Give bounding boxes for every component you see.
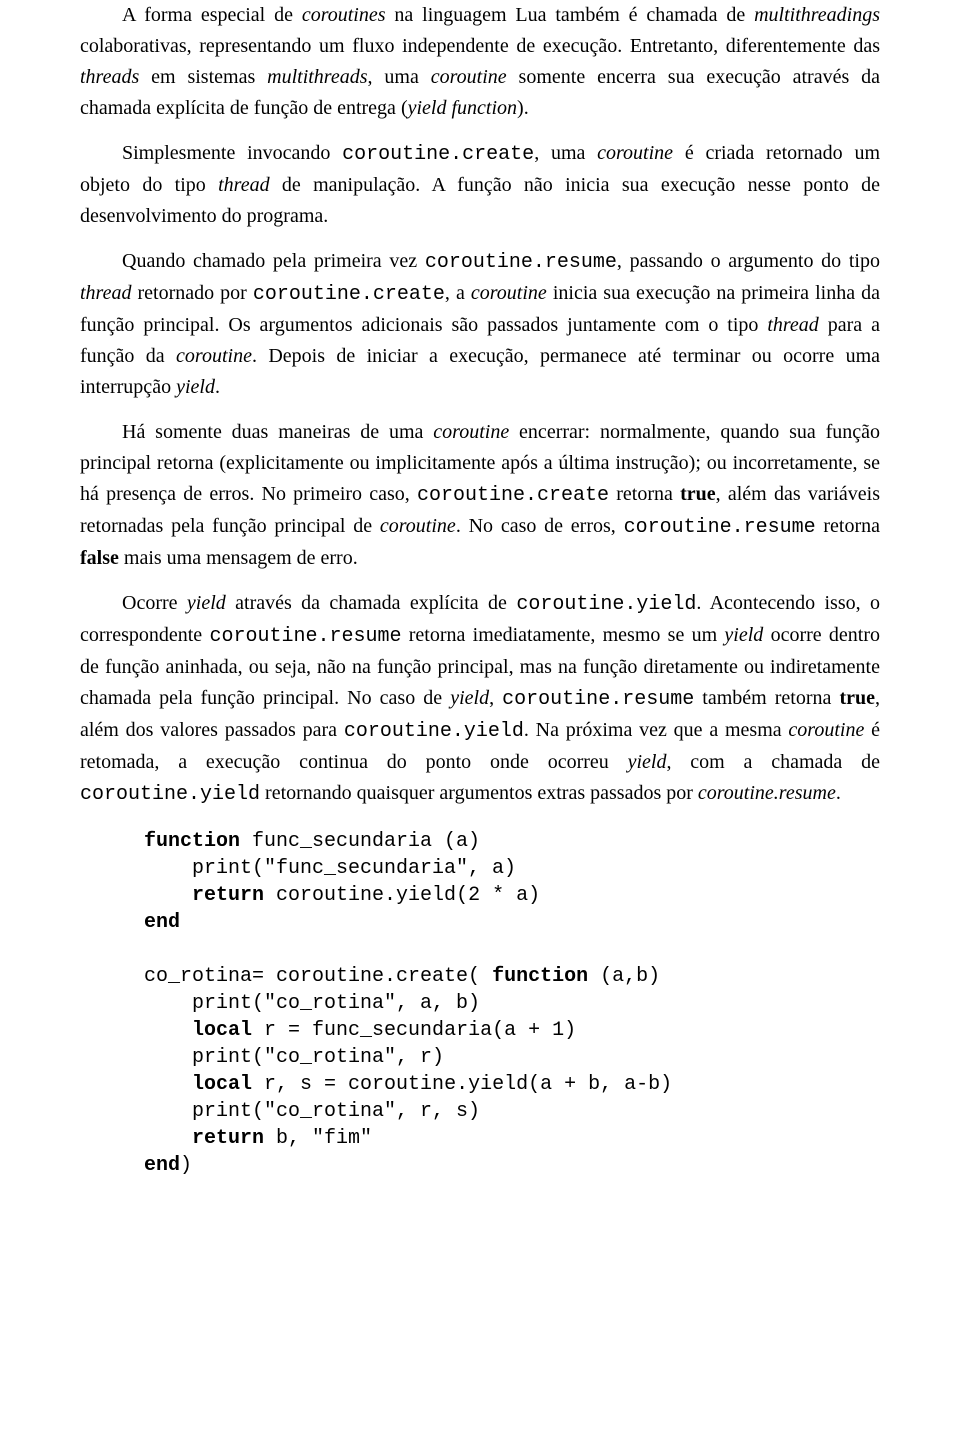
code-text: func_secundaria (a)	[240, 830, 480, 853]
text: . Na próxima vez que a mesma	[524, 719, 789, 741]
paragraph-3: Quando chamado pela primeira vez corouti…	[80, 246, 880, 403]
code-inline: coroutine.create	[417, 484, 609, 507]
text: mais uma mensagem de erro.	[119, 547, 358, 569]
text: na linguagem Lua também é chamada de	[386, 4, 755, 26]
code-text: print("co_rotina", r)	[144, 1046, 444, 1069]
italic-term: thread	[218, 174, 269, 196]
code-text: co_rotina= coroutine.create(	[144, 965, 492, 988]
text: , a	[445, 282, 471, 304]
code-text: r, s = coroutine.yield(a + b, a-b)	[252, 1073, 672, 1096]
code-inline: coroutine.create	[253, 283, 445, 306]
italic-term: multithreads	[267, 66, 367, 88]
paragraph-2: Simplesmente invocando coroutine.create,…	[80, 138, 880, 232]
text: . No caso de erros,	[456, 515, 624, 537]
code-inline: coroutine.yield	[80, 783, 260, 806]
code-text	[144, 1019, 192, 1042]
italic-term: multithreadings	[754, 4, 880, 26]
italic-term: threads	[80, 66, 139, 88]
italic-term: yield	[628, 751, 667, 773]
text: Simplesmente invocando	[122, 142, 342, 164]
italic-term: yield function	[408, 97, 517, 119]
code-inline: coroutine.resume	[425, 251, 617, 274]
page-content: A forma especial de coroutines na lingua…	[0, 0, 960, 1446]
text: Há somente duas maneiras de uma	[122, 421, 433, 443]
code-text: print("co_rotina", r, s)	[144, 1100, 480, 1123]
text: em sistemas	[139, 66, 267, 88]
text: .	[215, 376, 220, 398]
text: , passando o argumento do tipo	[617, 250, 880, 272]
code-text	[144, 1127, 192, 1150]
bold-term: true	[839, 687, 875, 709]
code-text	[144, 1073, 192, 1096]
italic-term: yield	[450, 687, 489, 709]
code-text: (a,b)	[588, 965, 660, 988]
paragraph-5: Ocorre yield através da chamada explícit…	[80, 588, 880, 810]
code-inline: coroutine.resume	[502, 688, 694, 711]
text: através da chamada explícita de	[226, 592, 517, 614]
text: Ocorre	[122, 592, 187, 614]
italic-term: yield	[187, 592, 226, 614]
text: Quando chamado pela primeira vez	[122, 250, 425, 272]
code-text: b, "fim"	[264, 1127, 372, 1150]
italic-term: coroutine	[433, 421, 509, 443]
code-keyword: local	[192, 1019, 252, 1042]
text: também retorna	[694, 687, 839, 709]
italic-term: thread	[80, 282, 131, 304]
text: retorna	[816, 515, 880, 537]
text: retornado por	[131, 282, 252, 304]
code-block: function func_secundaria (a) print("func…	[144, 828, 880, 1179]
bold-term: true	[680, 483, 716, 505]
italic-term: coroutine	[431, 66, 507, 88]
italic-term: yield	[176, 376, 215, 398]
text: ).	[517, 97, 529, 119]
code-keyword: end	[144, 911, 180, 934]
code-inline: coroutine.create	[342, 143, 534, 166]
italic-term: coroutine	[380, 515, 456, 537]
code-text: )	[180, 1154, 192, 1177]
code-keyword: end	[144, 1154, 180, 1177]
code-inline: coroutine.yield	[516, 593, 696, 616]
code-keyword: function	[144, 830, 240, 853]
paragraph-4: Há somente duas maneiras de uma coroutin…	[80, 417, 880, 574]
paragraph-1: A forma especial de coroutines na lingua…	[80, 0, 880, 124]
text: , uma	[534, 142, 597, 164]
text: colaborativas, representando um fluxo in…	[80, 35, 880, 57]
italic-term: coroutine	[471, 282, 547, 304]
code-text: print("co_rotina", a, b)	[144, 992, 480, 1015]
text: retornando quaisquer argumentos extras p…	[260, 782, 698, 804]
code-text: r = func_secundaria(a + 1)	[252, 1019, 576, 1042]
code-keyword: return	[192, 1127, 264, 1150]
italic-term: coroutines	[302, 4, 386, 26]
code-keyword: return	[192, 884, 264, 907]
code-text: print("func_secundaria", a)	[144, 857, 516, 880]
code-text	[144, 884, 192, 907]
code-inline: coroutine.resume	[209, 625, 401, 648]
text: retorna	[609, 483, 680, 505]
code-inline: coroutine.yield	[344, 720, 524, 743]
italic-term: coroutine	[176, 345, 252, 367]
bold-term: false	[80, 547, 119, 569]
code-keyword: function	[492, 965, 588, 988]
italic-term: coroutine.resume	[698, 782, 836, 804]
text: .	[836, 782, 841, 804]
text: retorna imediatamente, mesmo se um	[401, 624, 724, 646]
italic-term: coroutine	[597, 142, 673, 164]
text: A forma especial de	[122, 4, 302, 26]
code-inline: coroutine.resume	[624, 516, 816, 539]
code-keyword: local	[192, 1073, 252, 1096]
text: ,	[489, 687, 502, 709]
code-text: coroutine.yield(2 * a)	[264, 884, 540, 907]
text: , uma	[368, 66, 431, 88]
italic-term: thread	[767, 314, 818, 336]
text: , com a chamada de	[666, 751, 880, 773]
italic-term: coroutine	[788, 719, 864, 741]
italic-term: yield	[724, 624, 763, 646]
